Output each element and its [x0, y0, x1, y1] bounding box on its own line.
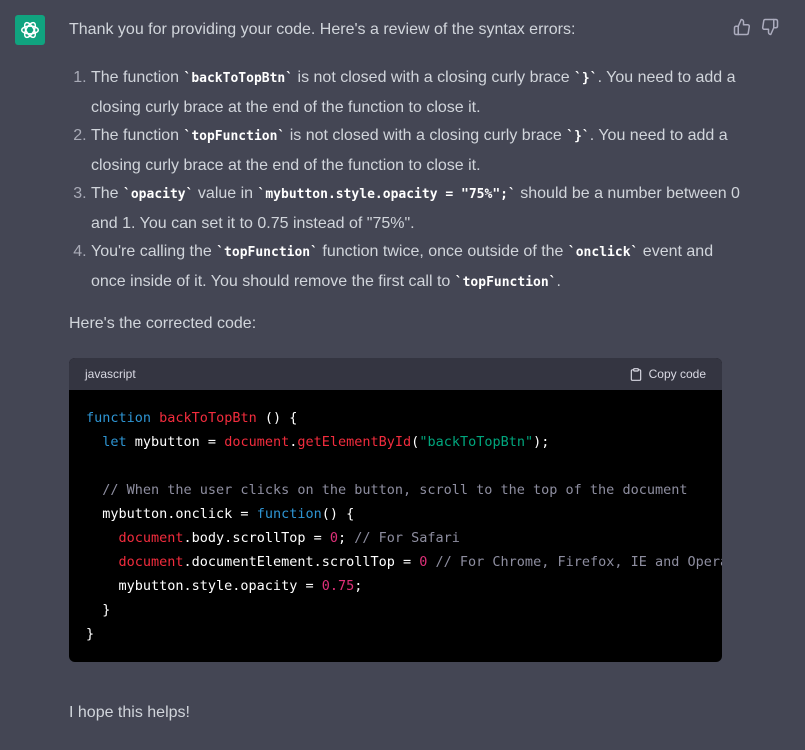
code-block: javascript Copy code function backToTopB…	[69, 358, 722, 662]
code-token: getElementById	[297, 434, 412, 450]
code-line: // When the user clicks on the button, s…	[86, 478, 705, 502]
response-intro: Thank you for providing your code. Here'…	[69, 21, 576, 38]
copy-code-button[interactable]: Copy code	[629, 367, 706, 382]
thumbs-down-icon	[761, 18, 779, 36]
code-token: 0	[329, 530, 338, 546]
code-token: }	[86, 602, 111, 618]
code-token: // For Safari	[354, 530, 460, 546]
code-token: document	[224, 434, 290, 450]
code-token: document	[118, 554, 184, 570]
code-token: mybutton =	[126, 434, 225, 450]
error-item-4: You're calling the `topFunction` functio…	[91, 238, 746, 297]
code-token: () {	[256, 410, 298, 426]
inline-code: `}`	[574, 71, 598, 86]
inline-code: `opacity`	[123, 187, 194, 202]
code-line: mybutton.onclick = function() {	[86, 502, 705, 526]
code-token: );	[533, 434, 550, 450]
code-token: ;	[338, 530, 355, 546]
error-item-3: The `opacity` value in `mybutton.style.o…	[91, 180, 746, 238]
code-line: document.documentElement.scrollTop = 0 /…	[86, 550, 722, 574]
code-line: }	[86, 622, 705, 646]
corrected-code-intro: Here's the corrected code:	[69, 315, 257, 332]
copy-code-label: Copy code	[648, 367, 706, 381]
response-closing: I hope this helps!	[69, 704, 190, 721]
code-token: }	[86, 626, 95, 642]
code-block-header: javascript Copy code	[69, 358, 722, 390]
inline-code: `onclick`	[567, 245, 639, 260]
code-token: backToTopBtn	[159, 410, 257, 426]
clipboard-icon	[630, 367, 641, 381]
inline-code: `}`	[566, 129, 590, 144]
inline-code: `mybutton.style.opacity = "75%";`	[257, 187, 516, 202]
thumbs-up-icon	[733, 18, 751, 36]
openai-logo-icon	[21, 21, 39, 39]
syntax-error-list: The function `backToTopBtn` is not close…	[69, 64, 746, 297]
code-line: let mybutton = document.getElementById("…	[86, 430, 705, 454]
error-item-2: The function `topFunction` is not closed…	[91, 122, 746, 180]
inline-code: `topFunction`	[454, 274, 557, 290]
code-content: function backToTopBtn () { let mybutton …	[69, 390, 722, 646]
dislike-button[interactable]	[761, 18, 779, 36]
code-token: 0.75	[321, 578, 355, 594]
code-token: ;	[354, 578, 363, 594]
code-token: () {	[321, 506, 355, 522]
code-token: document	[118, 530, 184, 546]
code-line: document.body.scrollTop = 0; // For Safa…	[86, 526, 705, 550]
code-token: let	[102, 434, 127, 450]
code-language-label: javascript	[85, 367, 136, 381]
assistant-avatar	[15, 15, 45, 45]
code-token: mybutton.style.opacity =	[86, 578, 322, 594]
feedback-buttons	[733, 18, 779, 36]
inline-code: `topFunction`	[216, 245, 318, 260]
code-line: }	[86, 598, 705, 622]
code-token: mybutton.onclick =	[86, 506, 257, 522]
code-token: // When the user clicks on the button, s…	[102, 482, 688, 498]
inline-code: `topFunction`	[183, 129, 286, 144]
code-token: function	[256, 506, 322, 522]
error-item-1: The function `backToTopBtn` is not close…	[91, 64, 746, 122]
code-token: function	[86, 410, 152, 426]
code-token: .documentElement.scrollTop =	[183, 554, 420, 570]
code-token: .body.scrollTop =	[183, 530, 330, 546]
code-token: // For Chrome, Firefox, IE and Opera	[435, 554, 722, 570]
code-line: mybutton.style.opacity = 0.75;	[86, 574, 705, 598]
like-button[interactable]	[733, 18, 751, 36]
code-token: "backToTopBtn"	[419, 434, 534, 450]
code-line: function backToTopBtn () {	[86, 406, 705, 430]
inline-code: `backToTopBtn`	[183, 71, 294, 86]
